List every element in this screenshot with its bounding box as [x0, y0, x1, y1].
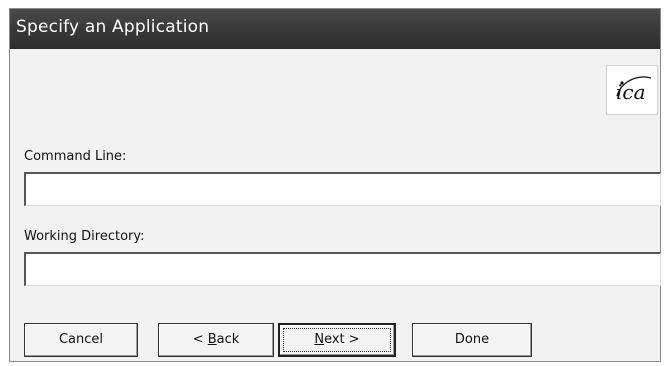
back-button-mnemonic: B [207, 332, 217, 347]
ica-logo-icon: ica [606, 65, 658, 115]
working-directory-label: Working Directory: [24, 229, 145, 244]
back-button-rest: ack [216, 332, 240, 347]
done-button-label: Done [454, 332, 490, 347]
command-line-input[interactable] [24, 172, 661, 206]
back-button[interactable]: < Back [158, 323, 274, 357]
next-button-mnemonic: N [314, 332, 325, 347]
title-bar: Specify an Application [10, 9, 660, 49]
dialog-title: Specify an Application [16, 17, 210, 37]
specify-application-dialog: Specify an Application ica Command Line:… [9, 8, 661, 362]
next-button[interactable]: Next > [278, 323, 396, 357]
cancel-button[interactable]: Cancel [24, 323, 138, 357]
logo-text: ica [616, 80, 646, 104]
command-line-label: Command Line: [24, 149, 127, 164]
back-button-prefix: < [192, 332, 208, 347]
next-button-rest: ext > [324, 332, 360, 347]
cancel-button-label: Cancel [58, 332, 104, 347]
done-button[interactable]: Done [412, 323, 532, 357]
ica-logo-graphic: ica [616, 76, 652, 104]
working-directory-input[interactable] [24, 252, 661, 286]
